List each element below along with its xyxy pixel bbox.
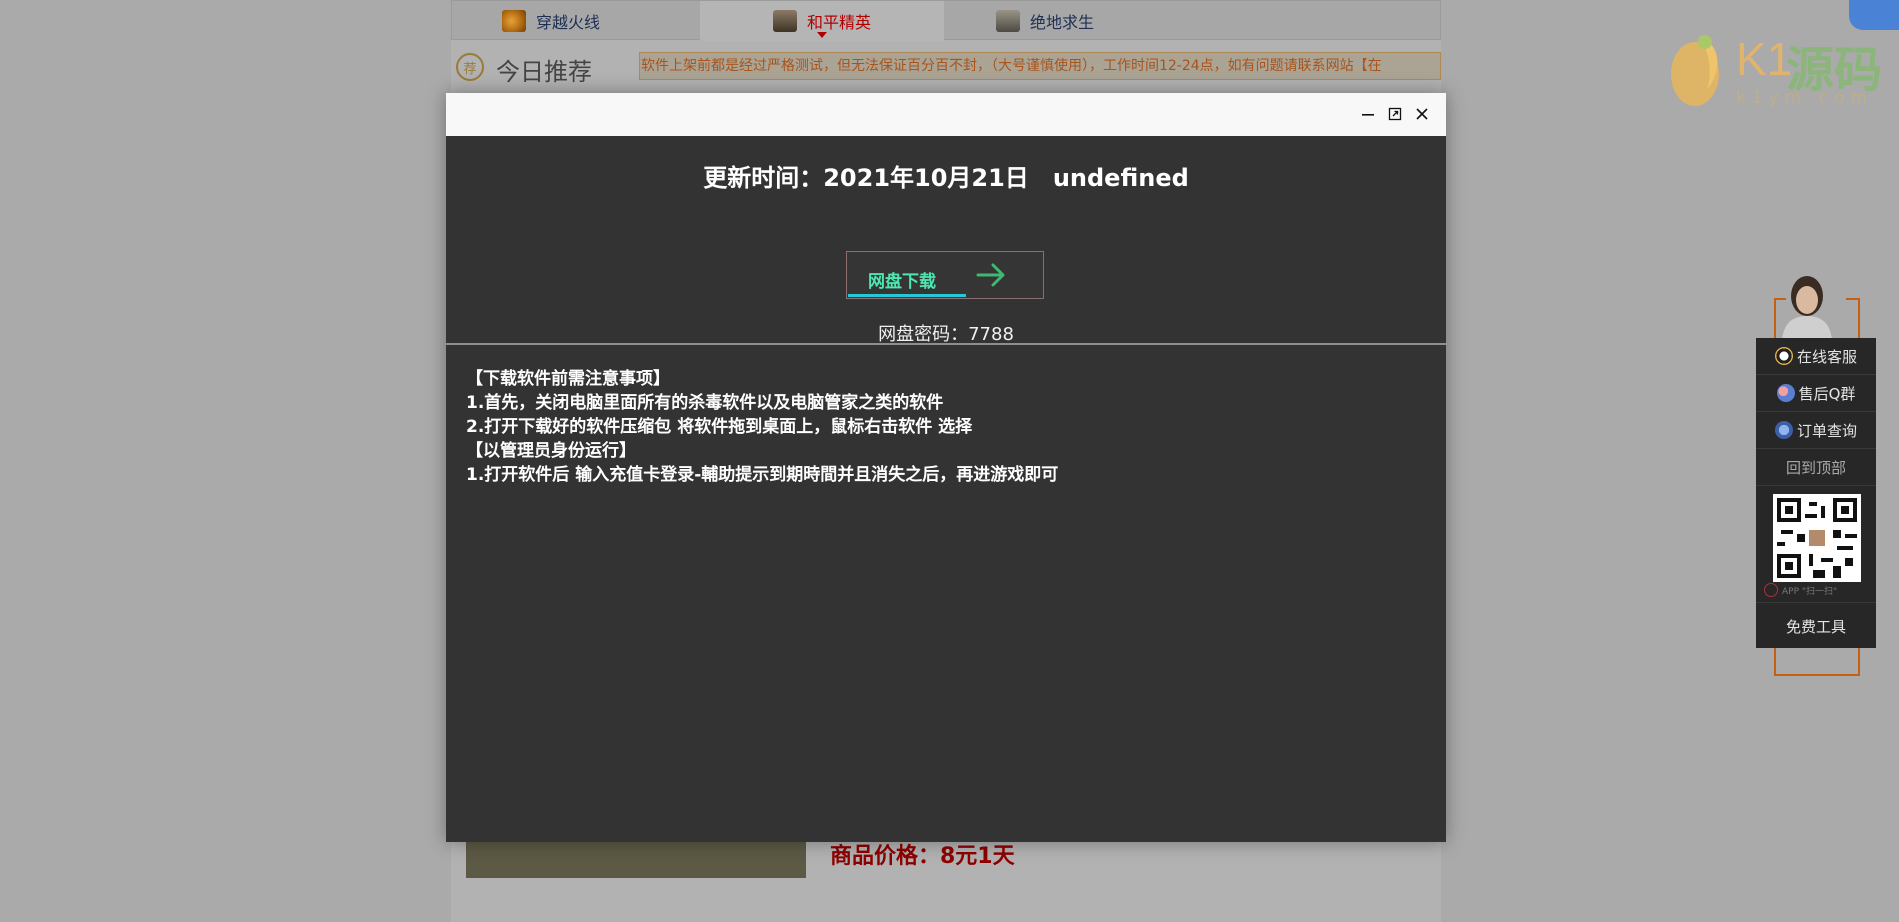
download-progress-underline bbox=[848, 294, 966, 297]
update-time-line: 更新时间：2021年10月21日 undefined bbox=[446, 158, 1446, 193]
logo-domain: k1ym.com bbox=[1736, 88, 1873, 108]
dialog-titlebar bbox=[446, 93, 1446, 136]
group-icon bbox=[1776, 384, 1795, 402]
close-icon bbox=[1416, 108, 1428, 120]
download-notes: 【下载软件前需注意事项】 1.首先，关闭电脑里面所有的杀毒软件以及电脑管家之类的… bbox=[446, 345, 1446, 509]
free-tools-link[interactable]: 免费工具 bbox=[1756, 603, 1876, 649]
side-item-online-service[interactable]: 在线客服 bbox=[1756, 338, 1876, 375]
order-icon bbox=[1774, 421, 1793, 439]
tab-peace-elite[interactable]: 和平精英 bbox=[700, 1, 944, 41]
recommend-badge-icon: 荐 bbox=[456, 53, 484, 81]
minimize-icon bbox=[1362, 114, 1374, 116]
pubg-game-icon bbox=[996, 10, 1020, 32]
tab-cf[interactable]: 穿越火线 bbox=[502, 1, 652, 41]
recommend-title: 今日推荐 bbox=[496, 58, 592, 86]
minimize-button[interactable] bbox=[1358, 104, 1378, 124]
qr-caption: APP "扫一扫" bbox=[1764, 583, 1874, 597]
k1-logo-mark-icon bbox=[1671, 35, 1719, 106]
note-line: 【下载软件前需注意事项】 bbox=[466, 369, 670, 389]
corner-bird-icon[interactable] bbox=[1849, 0, 1899, 30]
maximize-button[interactable] bbox=[1385, 104, 1405, 124]
tab-pubg[interactable]: 绝地求生 bbox=[996, 1, 1146, 41]
service-panel: 在线客服 售后Q群 订单查询 回到顶部 APP "扫一扫" 免费工具 bbox=[1756, 338, 1876, 648]
tab-label: 绝地求生 bbox=[1030, 13, 1095, 32]
side-item-qq-group[interactable]: 售后Q群 bbox=[1756, 375, 1876, 412]
game-nav-bar: 穿越火线 和平精英 绝地求生 bbox=[451, 0, 1441, 41]
netdisk-password: 网盘密码：7788 bbox=[878, 324, 1014, 345]
side-item-label: 售后Q群 bbox=[1798, 384, 1856, 403]
download-dialog: 更新时间：2021年10月21日 undefined 网盘下载 网盘密码：7788… bbox=[446, 93, 1446, 842]
update-extra: undefined bbox=[1052, 164, 1189, 192]
qq-penguin-icon bbox=[1774, 347, 1793, 365]
dialog-header-section: 更新时间：2021年10月21日 undefined 网盘下载 网盘密码：7788 bbox=[446, 136, 1446, 345]
qr-block: APP "扫一扫" bbox=[1756, 486, 1876, 603]
download-label: 网盘下载 bbox=[868, 272, 936, 292]
side-item-label: 在线客服 bbox=[1796, 347, 1857, 366]
qr-code-icon bbox=[1773, 494, 1861, 582]
netdisk-download-button[interactable]: 网盘下载 bbox=[846, 251, 1044, 299]
note-line: 2.打开下载好的软件压缩包 将软件拖到桌面上，鼠标右击软件 选择 bbox=[466, 417, 973, 437]
cf-game-icon bbox=[502, 10, 526, 32]
note-line: 1.打开软件后 输入充值卡登录-輔助提示到期時間并且消失之后，再进游戏即可 bbox=[466, 465, 1059, 485]
close-button[interactable] bbox=[1412, 104, 1432, 124]
side-item-order-query[interactable]: 订单查询 bbox=[1756, 412, 1876, 449]
tab-label: 和平精英 bbox=[806, 13, 871, 32]
back-to-top-button[interactable]: 回到顶部 bbox=[1756, 449, 1876, 486]
maximize-icon bbox=[1388, 107, 1402, 121]
product-thumbnail[interactable] bbox=[466, 838, 806, 878]
peace-elite-game-icon bbox=[772, 10, 797, 32]
tab-label: 穿越火线 bbox=[536, 13, 601, 32]
qr-caption-text: APP "扫一扫" bbox=[1782, 586, 1838, 597]
note-line: 【以管理员身份运行】 bbox=[466, 441, 636, 461]
notice-marquee: 软件上架前都是经过严格测试，但无法保证百分百不封，（大号谨慎使用），工作时间12… bbox=[639, 52, 1441, 80]
scan-icon bbox=[1764, 583, 1778, 597]
arrow-right-icon bbox=[976, 263, 1005, 287]
product-price: 商品价格：8元1天 bbox=[830, 844, 1015, 869]
active-caret-icon bbox=[817, 32, 827, 38]
update-time: 更新时间：2021年10月21日 bbox=[703, 164, 1029, 192]
logo-k1-text: K1 bbox=[1736, 33, 1793, 85]
side-item-label: 订单查询 bbox=[1796, 421, 1857, 440]
note-line: 1.首先，关闭电脑里面所有的杀毒软件以及电脑管家之类的软件 bbox=[466, 393, 944, 413]
